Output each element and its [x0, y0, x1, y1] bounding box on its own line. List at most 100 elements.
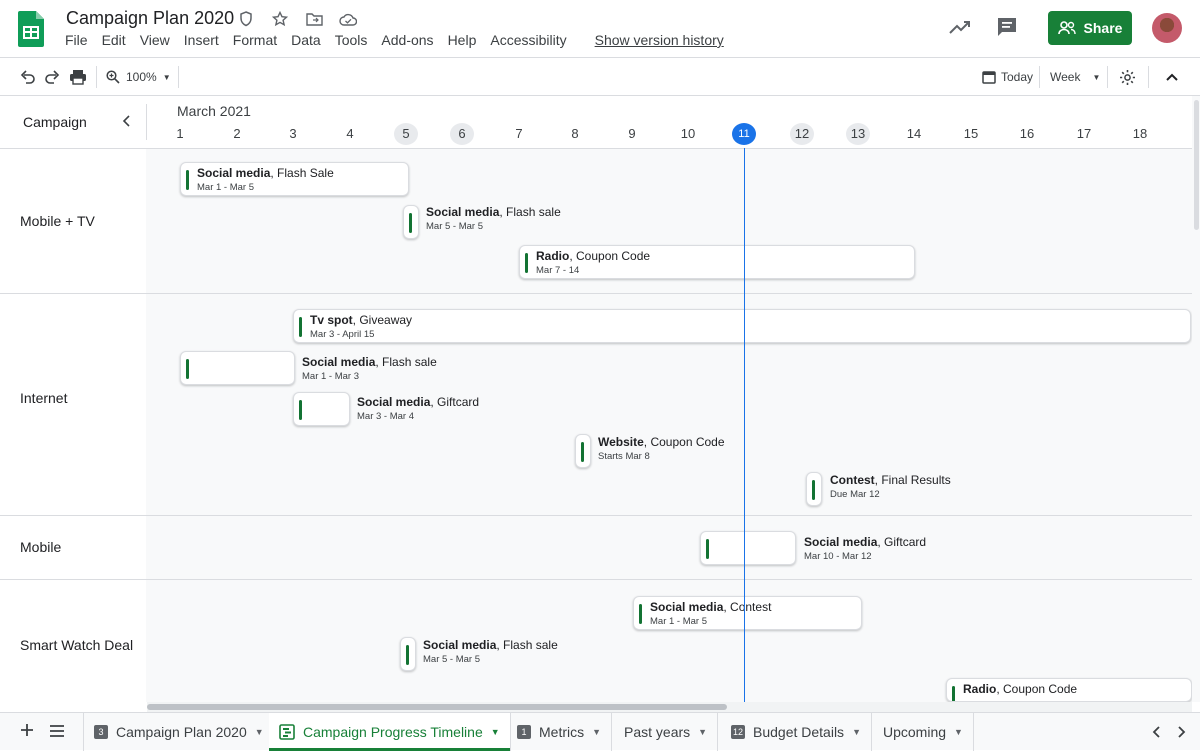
- day-9: 9: [628, 126, 636, 141]
- view-mode-dropdown[interactable]: Week ▼: [1050, 67, 1100, 87]
- title-bar: Campaign Plan 2020 File Edit View Insert…: [0, 0, 1200, 58]
- timeline-card-label: Social media, Flash sale Mar 1 - Mar 3: [302, 355, 437, 382]
- timeline-card-label: Contest, Final Results Due Mar 12: [830, 473, 951, 500]
- day-7: 7: [515, 126, 523, 141]
- timeline-card[interactable]: [700, 531, 796, 565]
- day-17: 17: [1076, 126, 1092, 141]
- chevron-down-icon[interactable]: ▼: [255, 727, 264, 737]
- move-folder-icon[interactable]: [303, 10, 325, 28]
- calendar-icon: [982, 71, 996, 84]
- sheet-tab-metrics[interactable]: 1 Metrics ▼: [507, 713, 613, 751]
- chevron-down-icon: ▼: [1092, 72, 1101, 82]
- timeline-card[interactable]: [806, 472, 822, 506]
- star-icon[interactable]: [269, 10, 291, 28]
- day-3: 3: [289, 126, 297, 141]
- timeline-card[interactable]: Radio, Coupon Code: [946, 678, 1192, 702]
- menu-bar: File Edit View Insert Format Data Tools …: [65, 32, 738, 48]
- timeline-card[interactable]: Social media, Flash Sale Mar 1 - Mar 5: [180, 162, 409, 196]
- sheet-tab-campaign-progress-timeline[interactable]: Campaign Progress Timeline ▼: [269, 713, 511, 751]
- timeline-card[interactable]: [400, 637, 416, 671]
- menu-view[interactable]: View: [140, 32, 170, 48]
- day-2: 2: [233, 126, 241, 141]
- timeline-card[interactable]: [403, 205, 419, 239]
- group-label-internet: Internet: [20, 390, 68, 406]
- menu-format[interactable]: Format: [233, 32, 277, 48]
- sheet-tabs-bar: 3 Campaign Plan 2020 ▼ Campaign Progress…: [0, 712, 1200, 751]
- redo-icon[interactable]: [44, 67, 60, 87]
- chevron-down-icon[interactable]: ▼: [491, 727, 500, 737]
- today-label: Today: [1001, 70, 1034, 84]
- timeline-card[interactable]: [180, 351, 295, 385]
- zoom-control[interactable]: 100% ▼: [106, 67, 171, 87]
- day-18: 18: [1132, 126, 1148, 141]
- add-sheet-icon[interactable]: [20, 723, 34, 742]
- day-13: 13: [846, 123, 870, 145]
- chevron-down-icon[interactable]: ▼: [698, 727, 707, 737]
- chevron-left-icon[interactable]: [122, 114, 132, 133]
- day-16: 16: [1019, 126, 1035, 141]
- sheet-icon: 1: [517, 725, 531, 739]
- horizontal-scroll-thumb[interactable]: [147, 704, 727, 710]
- menu-insert[interactable]: Insert: [184, 32, 219, 48]
- day-8: 8: [571, 126, 579, 141]
- month-label: March 2021: [177, 103, 251, 119]
- day-1: 1: [176, 126, 184, 141]
- timeline-card[interactable]: Radio, Coupon Code Mar 7 - 14: [519, 245, 915, 279]
- document-title[interactable]: Campaign Plan 2020: [66, 8, 234, 29]
- timeline-card[interactable]: [575, 434, 591, 468]
- menu-data[interactable]: Data: [291, 32, 321, 48]
- all-sheets-menu-icon[interactable]: [49, 724, 65, 743]
- timeline-card[interactable]: Tv spot, Giveaway Mar 3 - April 15: [293, 309, 1191, 343]
- menu-edit[interactable]: Edit: [102, 32, 126, 48]
- day-5: 5: [394, 123, 418, 145]
- timeline-card[interactable]: Social media, Contest Mar 1 - Mar 5: [633, 596, 862, 630]
- group-label-mobile-tv: Mobile + TV: [20, 213, 95, 229]
- day-10: 10: [680, 126, 696, 141]
- menu-accessibility[interactable]: Accessibility: [490, 32, 566, 48]
- chevron-down-icon: ▼: [162, 72, 171, 82]
- toolbar: 100% ▼ Today Week ▼: [0, 58, 1200, 96]
- day-11-today: 11: [732, 123, 756, 145]
- day-12: 12: [790, 123, 814, 145]
- settings-gear-icon[interactable]: [1119, 67, 1136, 87]
- share-button[interactable]: Share: [1048, 11, 1132, 45]
- day-14: 14: [906, 126, 922, 141]
- print-icon[interactable]: [69, 67, 87, 87]
- chevron-down-icon[interactable]: ▼: [592, 727, 601, 737]
- menu-tools[interactable]: Tools: [335, 32, 368, 48]
- timeline-card[interactable]: [293, 392, 350, 426]
- zoom-icon: [106, 70, 120, 84]
- chevron-left-icon[interactable]: [1152, 725, 1162, 744]
- campaign-column-header: Campaign: [23, 114, 87, 130]
- shield-icon[interactable]: [235, 10, 257, 28]
- sheet-tab-past-years[interactable]: Past years ▼: [614, 713, 719, 751]
- timeline-card-label: Social media, Flash sale Mar 5 - Mar 5: [426, 205, 561, 232]
- share-label: Share: [1083, 20, 1123, 36]
- today-button[interactable]: Today: [982, 67, 1033, 87]
- sheet-tab-campaign-plan-2020[interactable]: 3 Campaign Plan 2020 ▼: [83, 713, 275, 751]
- group-label-smart-watch-deal: Smart Watch Deal: [20, 637, 134, 653]
- comment-icon[interactable]: [996, 16, 1018, 43]
- undo-icon[interactable]: [20, 67, 36, 87]
- version-history-link[interactable]: Show version history: [595, 32, 724, 48]
- sheet-tab-upcoming[interactable]: Upcoming ▼: [873, 713, 974, 751]
- chevron-down-icon[interactable]: ▼: [954, 727, 963, 737]
- timeline-card-label: Social media, Giftcard Mar 3 - Mar 4: [357, 395, 480, 422]
- cloud-status-icon[interactable]: [337, 10, 359, 28]
- chevron-down-icon[interactable]: ▼: [852, 727, 861, 737]
- zoom-level: 100%: [126, 70, 157, 84]
- timeline-card-label: Social media, Giftcard Mar 10 - Mar 12: [804, 535, 927, 562]
- menu-add-ons[interactable]: Add-ons: [381, 32, 433, 48]
- sheet-tab-budget-details[interactable]: 12 Budget Details ▼: [721, 713, 872, 751]
- trending-icon[interactable]: [948, 17, 972, 42]
- account-avatar[interactable]: [1152, 13, 1182, 43]
- timeline-card-label: Website, Coupon Code Starts Mar 8: [598, 435, 725, 462]
- menu-help[interactable]: Help: [448, 32, 477, 48]
- day-4: 4: [346, 126, 354, 141]
- collapse-toolbar-icon[interactable]: [1165, 67, 1179, 87]
- vertical-scroll-thumb[interactable]: [1194, 100, 1199, 230]
- menu-file[interactable]: File: [65, 32, 88, 48]
- sheet-icon: 3: [94, 725, 108, 739]
- sheets-logo-icon[interactable]: [18, 11, 44, 47]
- chevron-right-icon[interactable]: [1176, 725, 1186, 744]
